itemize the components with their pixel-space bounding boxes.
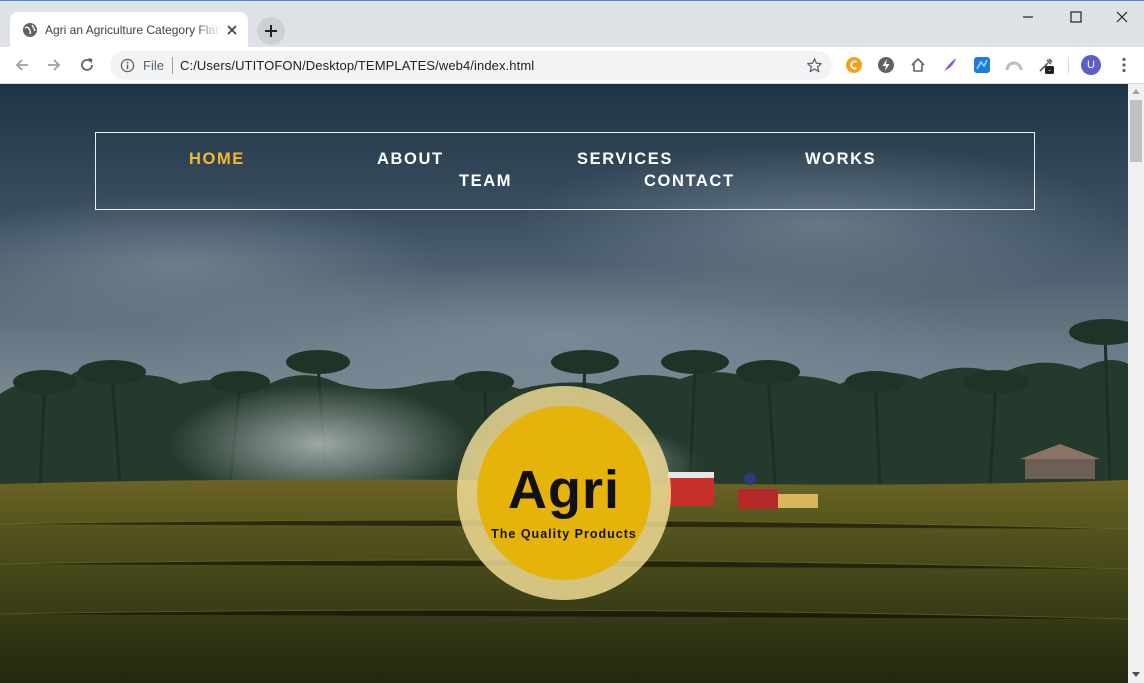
nav-about[interactable]: ABOUT — [377, 150, 444, 169]
plus-icon — [265, 25, 277, 37]
close-icon[interactable] — [224, 22, 240, 38]
browser-tab[interactable]: Agri an Agriculture Category Flat Bootst… — [10, 12, 248, 48]
home-icon[interactable] — [909, 56, 927, 74]
logo-tagline: The Quality Products — [491, 527, 637, 541]
scroll-thumb[interactable] — [1130, 100, 1142, 162]
nav-services[interactable]: SERVICES — [577, 150, 673, 169]
page-scrollbar[interactable] — [1128, 84, 1144, 683]
scroll-down-arrow-icon[interactable] — [1132, 670, 1140, 678]
scheme-label: File — [143, 58, 164, 73]
logo-badge[interactable]: Agri The Quality Products — [457, 386, 671, 600]
minimize-icon[interactable] — [1018, 7, 1038, 27]
info-icon[interactable] — [120, 58, 135, 73]
maximize-icon[interactable] — [1066, 7, 1086, 27]
page-viewport: HOME ABOUT SERVICES WORKS TEAM CONTACT A… — [0, 84, 1128, 683]
nav-contact[interactable]: CONTACT — [644, 172, 735, 191]
profile-avatar[interactable]: U — [1081, 55, 1101, 75]
kebab-menu-icon[interactable] — [1115, 56, 1133, 74]
url-text[interactable]: C:/Users/UTITOFON/Desktop/TEMPLATES/web4… — [180, 58, 534, 73]
new-tab-button[interactable] — [257, 17, 285, 45]
hero-banner: HOME ABOUT SERVICES WORKS TEAM CONTACT A… — [0, 84, 1128, 683]
logo-title: Agri — [508, 460, 620, 520]
lightning-extension-icon[interactable] — [877, 56, 895, 74]
scroll-up-arrow-icon[interactable] — [1132, 88, 1140, 96]
eyedropper-extension-icon[interactable]: - — [1037, 56, 1055, 74]
toolbar-divider — [1068, 57, 1069, 73]
browser-toolbar: File C:/Users/UTITOFON/Desktop/TEMPLATES… — [0, 47, 1144, 84]
back-arrow-icon[interactable] — [12, 55, 32, 75]
forward-arrow-icon[interactable] — [44, 55, 64, 75]
coin-extension-icon[interactable] — [845, 56, 863, 74]
nav-home[interactable]: HOME — [189, 150, 245, 169]
omnibox-divider — [172, 57, 173, 74]
address-bar[interactable]: File C:/Users/UTITOFON/Desktop/TEMPLATES… — [110, 51, 832, 80]
nav-team[interactable]: TEAM — [459, 172, 512, 191]
blue-tile-extension-icon[interactable] — [973, 56, 991, 74]
main-nav: HOME ABOUT SERVICES WORKS TEAM CONTACT — [95, 132, 1035, 210]
rainbow-extension-icon[interactable] — [1005, 56, 1023, 74]
window-close-icon[interactable] — [1112, 7, 1132, 27]
feather-extension-icon[interactable] — [941, 56, 959, 74]
logo-disc: Agri The Quality Products — [477, 406, 651, 580]
tab-strip: Agri an Agriculture Category Flat Bootst… — [0, 0, 1144, 48]
tab-title: Agri an Agriculture Category Flat Bootst… — [45, 23, 220, 37]
globe-icon — [23, 23, 37, 37]
reload-icon[interactable] — [77, 55, 97, 75]
nav-works[interactable]: WORKS — [805, 150, 876, 169]
star-icon[interactable] — [806, 57, 823, 74]
